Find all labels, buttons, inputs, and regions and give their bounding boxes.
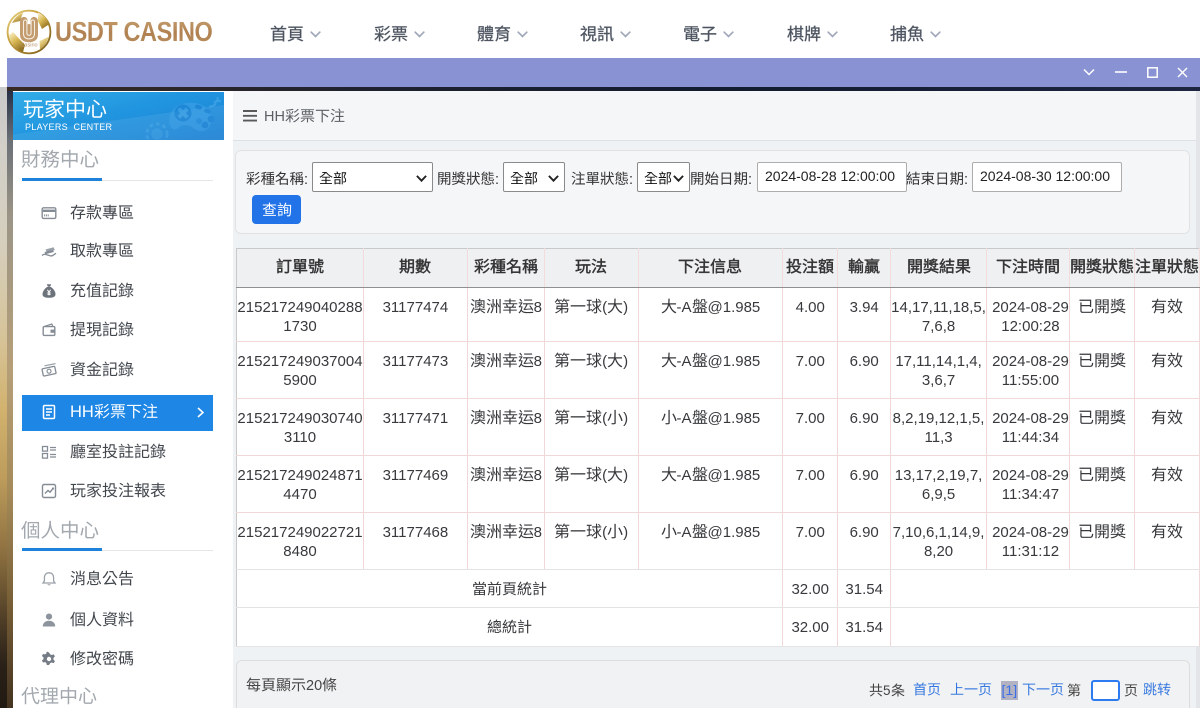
svg-text:Casino: Casino <box>20 43 37 49</box>
